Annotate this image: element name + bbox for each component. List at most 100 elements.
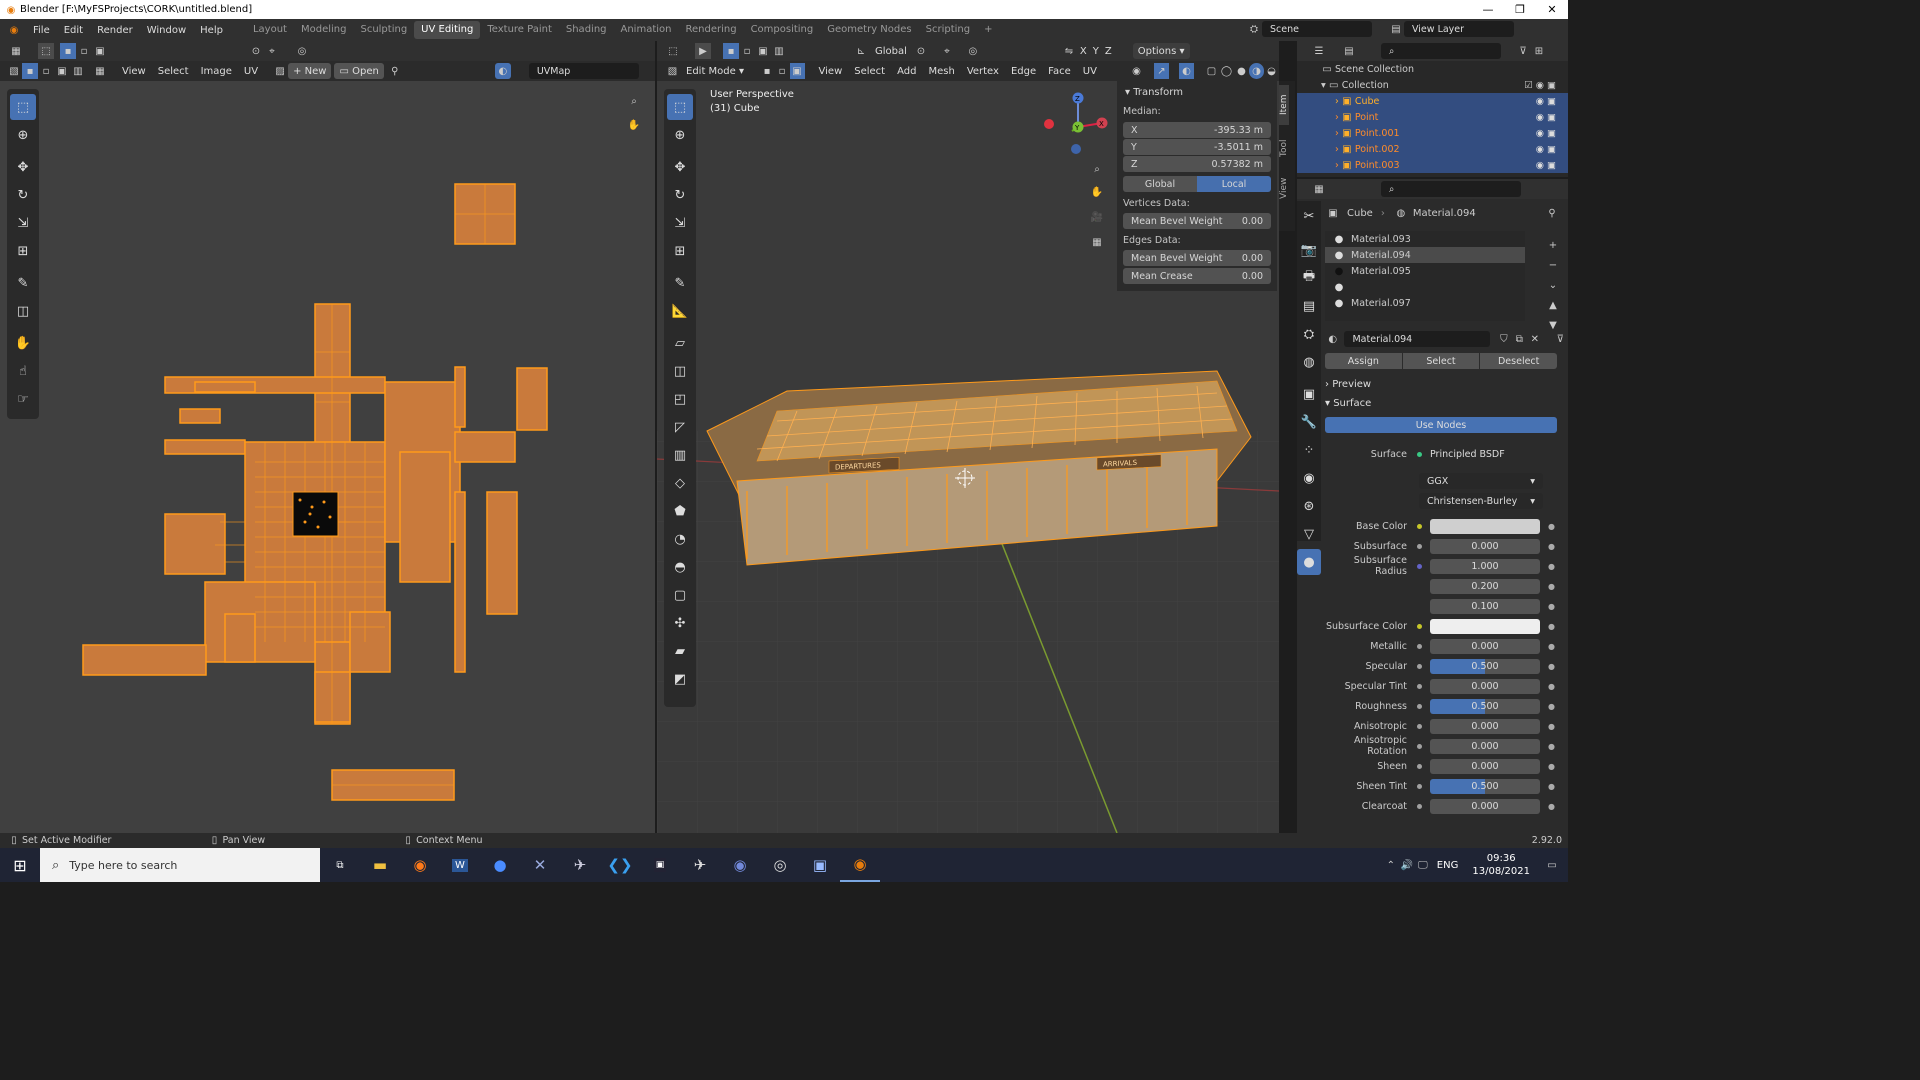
file-explorer-icon[interactable]: ▬ [360,848,400,882]
workspace-tab-layout[interactable]: Layout [246,21,294,39]
uv-menu-uv[interactable]: UV [238,66,264,77]
pivot-icon[interactable]: ⊙ [248,43,264,59]
workspace-tab-shading[interactable]: Shading [559,21,614,39]
keyframe-dot-icon[interactable]: ● [1548,602,1555,611]
tray-chevron-icon[interactable]: ⌃ [1383,857,1399,873]
visibility-toggle[interactable]: ◉ ▣ [1536,96,1556,107]
uvmap-selector[interactable]: UVMap [528,63,639,79]
material-shading-icon[interactable]: ◑ [1248,63,1264,79]
particles-tab-icon[interactable]: ⁘ [1297,437,1321,463]
extrude-tool-icon[interactable]: ◫ [667,358,693,384]
gizmo-icon[interactable]: ↗ [1153,63,1169,79]
spin-tool-icon[interactable]: ◔ [667,526,693,552]
task-view-icon[interactable]: ⧉ [320,848,360,882]
collection-row[interactable]: ▾ ▭ Collection ☑ ◉ ▣ [1297,77,1568,93]
loop-cut-tool-icon[interactable]: ▥ [667,442,693,468]
notification-icon[interactable]: ▭ [1544,857,1560,873]
keyframe-dot-icon[interactable]: ● [1548,702,1555,711]
ortho-toggle-icon[interactable]: ▦ [1089,234,1105,250]
poly-build-tool-icon[interactable]: ⬟ [667,498,693,524]
viewport-menu-edge[interactable]: Edge [1005,66,1042,77]
workspace-tab-modeling[interactable]: Modeling [294,21,354,39]
view-layer-selector[interactable]: View Layer [1404,21,1514,37]
mirror-y-toggle[interactable]: Y [1090,46,1102,57]
steam-icon[interactable]: ◎ [760,848,800,882]
keyframe-dot-icon[interactable]: ● [1548,662,1555,671]
viewport-menu-vertex[interactable]: Vertex [961,66,1005,77]
surface-shader-select[interactable]: Principled BSDF [1430,449,1505,460]
menu-edit[interactable]: Edit [57,25,90,36]
uv-menu-view[interactable]: View [116,66,152,77]
sidebar-tab-tool[interactable]: Tool [1279,131,1289,165]
vp-cursor-tool-icon[interactable]: ⊕ [667,122,693,148]
keyframe-dot-icon[interactable]: ● [1548,742,1555,751]
3d-viewport[interactable]: ⬚ ▶ ▪ ▫ ▣ ▥ ⊾ Global ⊙ ⌖ ◎ ⇋ X Y Z Optio… [657,41,1279,833]
viewport-menu-face[interactable]: Face [1042,66,1077,77]
blender-taskbar-icon[interactable]: ◉ [840,848,880,882]
new-image-button[interactable]: + New [288,63,332,79]
keyframe-dot-icon[interactable]: ● [1548,682,1555,691]
vp-pan-icon[interactable]: ✋ [1089,184,1105,200]
keyframe-dot-icon[interactable]: ● [1548,562,1555,571]
network-icon[interactable]: 🖵 [1415,857,1431,873]
open-image-button[interactable]: ▭ Open [334,63,384,79]
distribution-select[interactable]: GGX ▾ [1419,473,1543,489]
pin-properties-icon[interactable]: ⚲ [1544,205,1560,221]
image-browse-icon[interactable]: ▨ [272,63,288,79]
keyframe-dot-icon[interactable]: ● [1548,622,1555,631]
filter-icon[interactable]: ⊽ [1515,43,1531,59]
add-workspace-icon[interactable]: + [977,21,999,39]
options-button[interactable]: Options ▾ [1132,43,1190,59]
zoom-app-icon[interactable]: ● [480,848,520,882]
bevel-tool-icon[interactable]: ◸ [667,414,693,440]
material-browse-icon[interactable]: ◐ [1325,331,1340,347]
word-icon[interactable]: W [440,848,480,882]
physics-tab-icon[interactable]: ◉ [1297,465,1321,491]
property-value-field[interactable] [1430,618,1540,634]
outliner-item[interactable]: › ▣ Point.001 ◉ ▣ [1297,125,1568,141]
sidebar-tab-view[interactable]: View [1279,171,1289,205]
keyframe-dot-icon[interactable]: ● [1548,782,1555,791]
select-extend-icon[interactable]: ▫ [739,43,755,59]
xbox-icon[interactable]: ✕ [520,848,560,882]
mesh-face-icon[interactable]: ▣ [789,63,805,79]
median-x-field[interactable]: X -395.33 m [1123,122,1271,138]
clock[interactable]: 09:36 13/08/2021 [1472,852,1530,878]
uv-menu-image[interactable]: Image [195,66,238,77]
discord-icon[interactable]: ◉ [720,848,760,882]
visibility-toggle[interactable]: ◉ ▣ [1536,160,1556,171]
material-slot[interactable]: ● Material.097 [1325,295,1525,311]
editor-type-icon[interactable]: ▦ [8,43,24,59]
workspace-tab-rendering[interactable]: Rendering [678,21,743,39]
vertex-bevel-weight-field[interactable]: Mean Bevel Weight 0.00 [1123,213,1271,229]
keyframe-dot-icon[interactable]: ● [1548,542,1555,551]
scene-selector[interactable]: Scene [1262,21,1372,37]
scene-tab-icon[interactable]: ⛭ [1297,321,1321,347]
vp-move-tool-icon[interactable]: ✥ [667,154,693,180]
collection-checkbox[interactable]: ☑ ◉ ▣ [1524,80,1556,91]
vp-measure-tool-icon[interactable]: 📐 [667,298,693,324]
property-value-field[interactable]: 0.000 [1430,798,1540,814]
mesh-edge-icon[interactable]: ▫ [775,63,790,79]
viewport-menu-select[interactable]: Select [848,66,891,77]
view-layer-tab-icon[interactable]: ▤ [1297,293,1321,319]
menu-render[interactable]: Render [90,25,140,36]
viewport-menu-view[interactable]: View [813,66,849,77]
proportional-edit-icon[interactable]: ◎ [965,43,981,59]
material-tab-icon[interactable]: ● [1297,549,1321,575]
scene-collection-row[interactable]: ▭ Scene Collection [1297,61,1568,77]
uv-mode-icon[interactable]: ▧ [6,63,22,79]
app-icon[interactable]: ▣ [640,848,680,882]
tool-tab-icon[interactable]: ✂ [1297,203,1321,229]
pin-icon[interactable]: ⚲ [387,63,403,79]
language-indicator[interactable]: ENG [1437,860,1459,871]
shrink-tool-icon[interactable]: ✣ [667,610,693,636]
menu-window[interactable]: Window [140,25,193,36]
flight-sim-icon[interactable]: ✈ [680,848,720,882]
select-new-icon[interactable]: ▪ [723,43,739,59]
knife-tool-icon[interactable]: ◇ [667,470,693,496]
keyframe-dot-icon[interactable]: ● [1548,642,1555,651]
unlink-material-icon[interactable]: ✕ [1527,331,1542,347]
vp-transform-tool-icon[interactable]: ⊞ [667,238,693,264]
add-cube-tool-icon[interactable]: ▱ [667,330,693,356]
